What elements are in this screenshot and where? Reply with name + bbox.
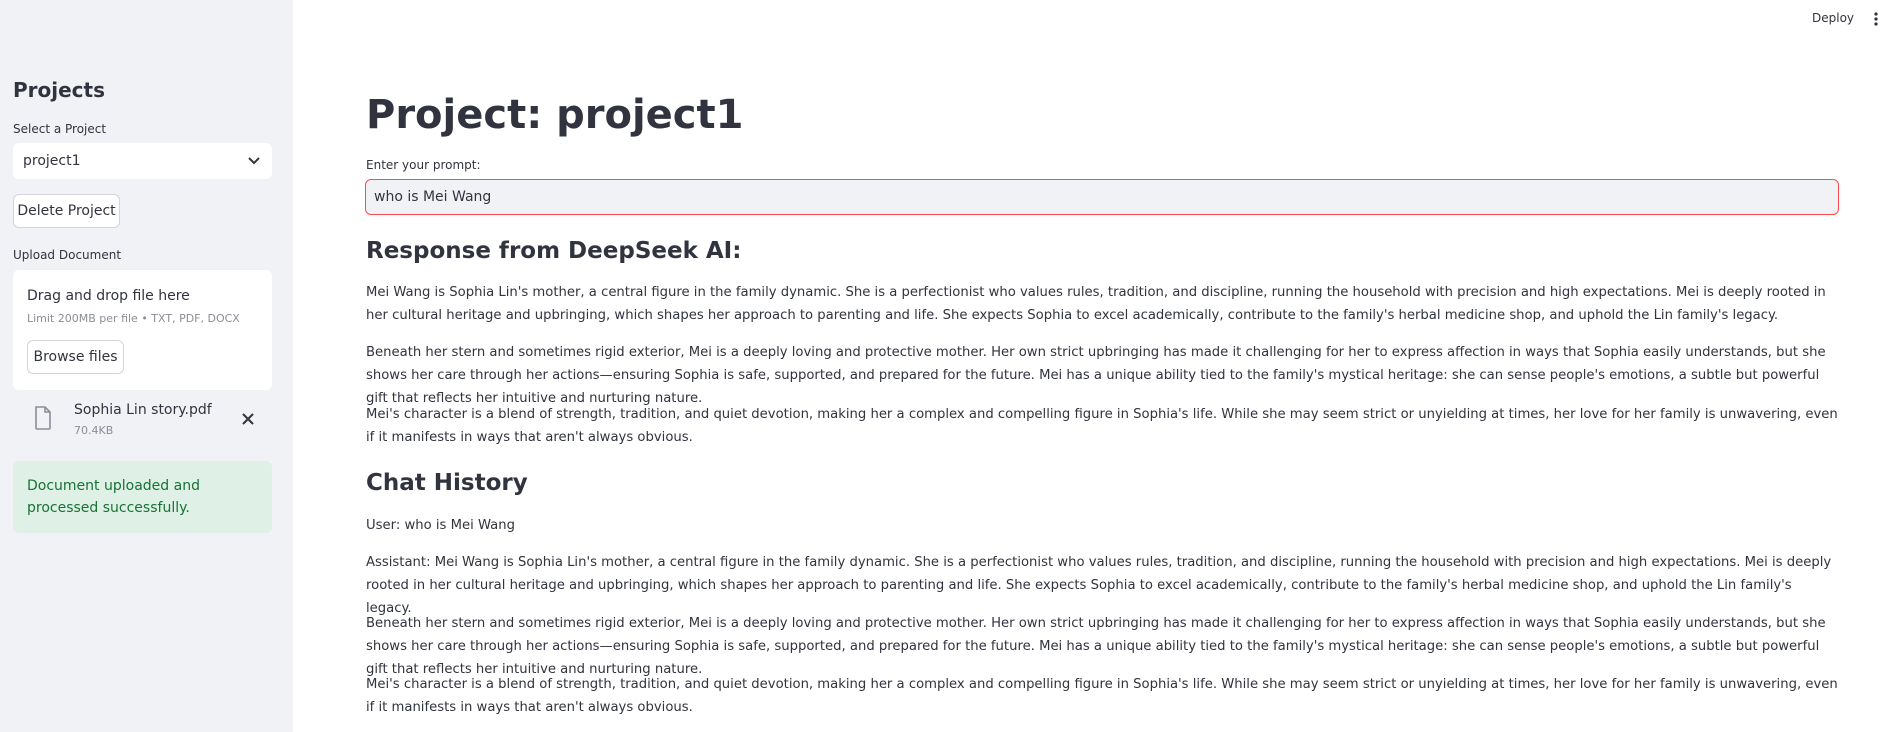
select-project-label: Select a Project [13, 122, 107, 136]
project-select-value: project1 [23, 153, 81, 169]
file-dropzone[interactable]: Drag and drop file here Limit 200MB per … [13, 270, 272, 390]
upload-document-label: Upload Document [13, 248, 122, 262]
chat-history-heading: Chat History [366, 470, 528, 496]
chat-history-assistant-message: Assistant: Mei Wang is Sophia Lin's moth… [366, 555, 1832, 616]
response-paragraph: Mei's character is a blend of strength, … [366, 407, 1838, 445]
uploaded-file-size: 70.4KB [74, 424, 114, 437]
chat-history-assistant-message: Mei's character is a blend of strength, … [366, 677, 1838, 715]
chevron-down-icon [248, 157, 260, 165]
dropzone-title: Drag and drop file here [27, 288, 190, 304]
page-title: Project: project1 [366, 92, 744, 138]
response-paragraph: Mei Wang is Sophia Lin's mother, a centr… [366, 285, 1826, 323]
file-icon [35, 406, 51, 430]
project-select[interactable]: project1 [13, 143, 272, 179]
prompt-input[interactable] [365, 179, 1839, 215]
delete-project-button[interactable]: Delete Project [13, 194, 120, 228]
response-heading: Response from DeepSeek AI: [366, 238, 742, 264]
close-icon[interactable] [241, 412, 255, 426]
browse-files-button[interactable]: Browse files [27, 340, 124, 374]
kebab-menu-icon[interactable] [1874, 12, 1878, 26]
prompt-label: Enter your prompt: [366, 158, 481, 172]
sidebar: Projects Select a Project project1 Delet… [0, 0, 293, 732]
uploaded-file-name: Sophia Lin story.pdf [74, 402, 212, 418]
chat-history-assistant-message: Beneath her stern and sometimes rigid ex… [366, 616, 1826, 677]
uploaded-file-item: Sophia Lin story.pdf 70.4KB [13, 398, 272, 442]
upload-success-alert: Document uploaded and processed successf… [13, 461, 272, 533]
response-paragraph: Beneath her stern and sometimes rigid ex… [366, 345, 1826, 406]
dropzone-limit: Limit 200MB per file • TXT, PDF, DOCX [27, 312, 240, 325]
sidebar-title: Projects [13, 78, 106, 102]
deploy-button[interactable]: Deploy [1812, 11, 1854, 25]
chat-history-user-message: User: who is Mei Wang [366, 518, 515, 533]
